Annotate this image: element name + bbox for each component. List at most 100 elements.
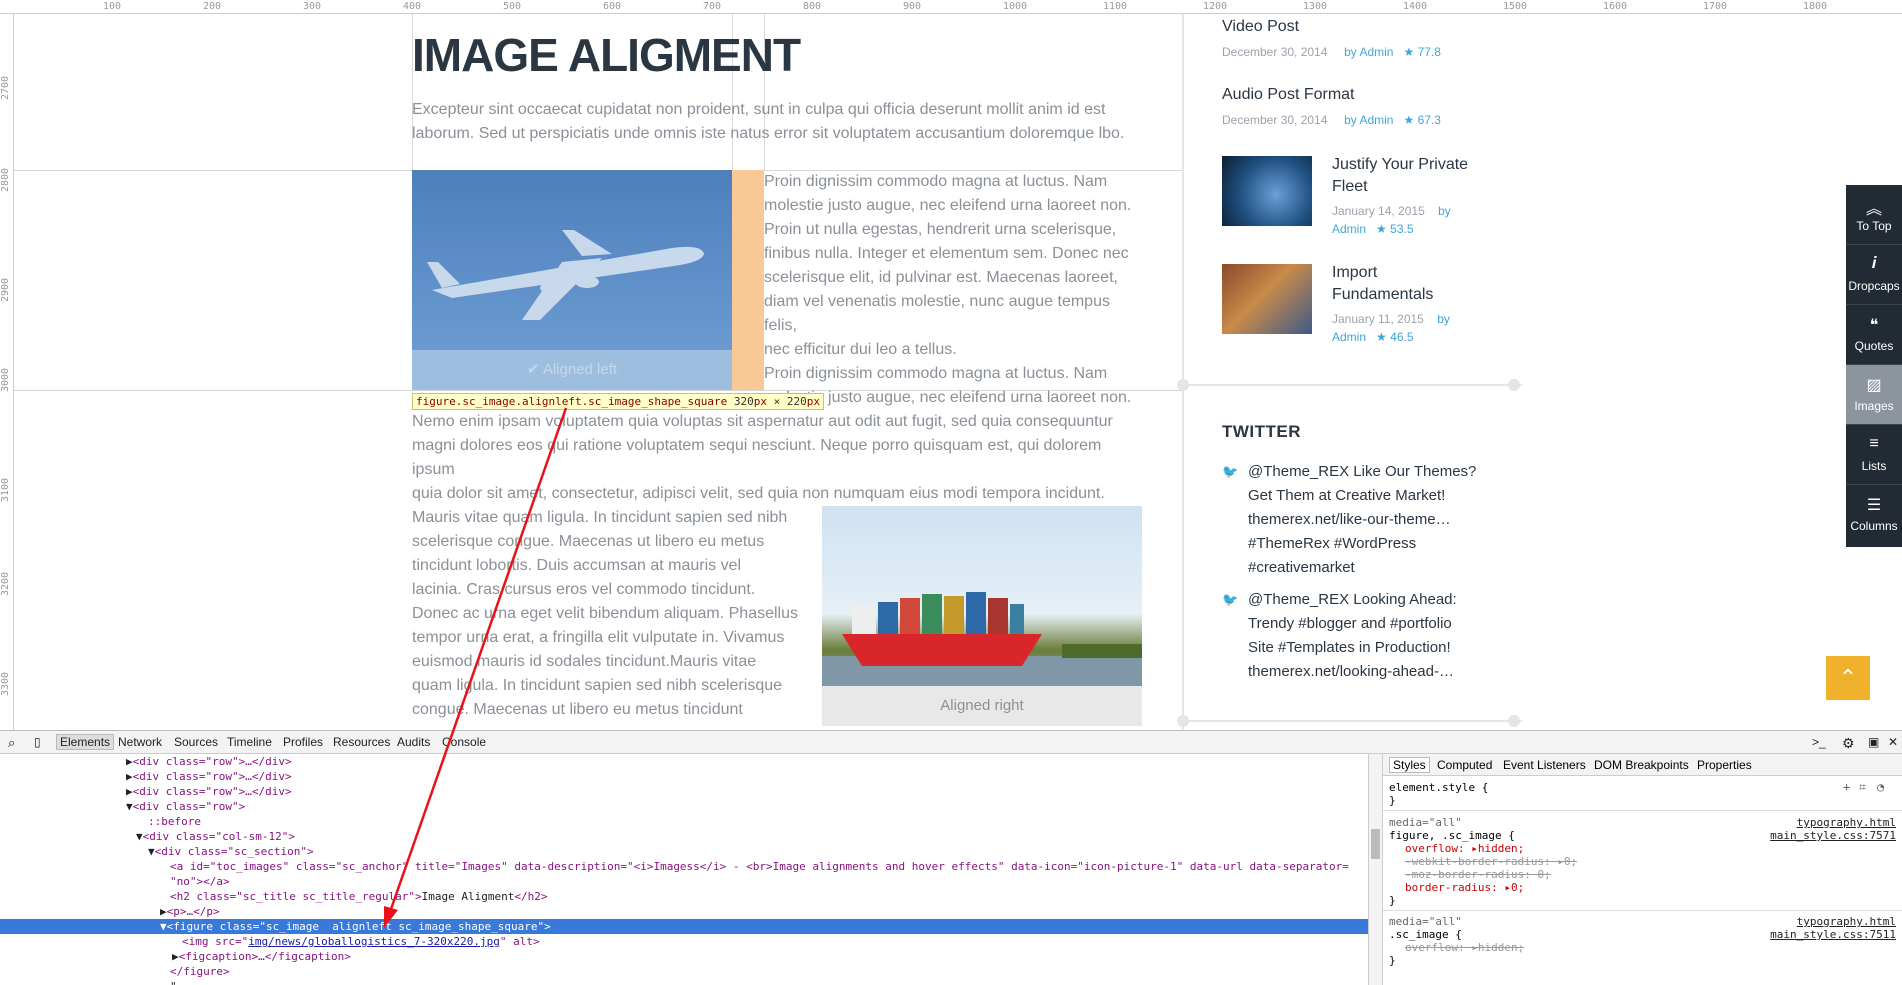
dom-node[interactable]: ▶<div class="row">…</div> [0,784,1368,799]
close-icon[interactable]: ✕ [1888,735,1898,749]
tab-resources[interactable]: Resources [333,735,390,749]
css-property[interactable]: border-radius: ▸0; [1389,881,1897,894]
tab-console[interactable]: Console [442,735,486,749]
tab-event-listeners[interactable]: Event Listeners [1503,758,1586,772]
tab-elements[interactable]: Elements [56,734,115,750]
tweet-line: Site #Templates in Production! [1248,639,1451,656]
tooltip-unit: px [753,395,768,408]
device-mode-icon[interactable]: ▯ [34,735,41,749]
tab-styles[interactable]: Styles [1389,757,1430,773]
tab-audits[interactable]: Audits [397,735,430,749]
css-property[interactable]: -moz-border-radius: 0; [1389,868,1897,881]
text-line: euismod mauris id sodales tincidunt.Maur… [412,653,757,670]
dom-node[interactable]: ▶<p>…</p> [0,904,1368,919]
gear-icon[interactable]: ⚙ [1842,735,1855,752]
tab-profiles[interactable]: Profiles [283,735,323,749]
post-title-link[interactable]: Justify Your Private Fleet [1332,154,1468,198]
css-property[interactable]: overflow: ▸hidden; [1389,941,1897,954]
page-title: IMAGE ALIGMENT [412,29,801,81]
menu-images[interactable]: ▨ Images [1846,365,1902,425]
source-link[interactable]: typography.html [1797,915,1896,928]
separator-dot [1177,715,1189,727]
menu-lists[interactable]: ≡ Lists [1846,425,1902,485]
node-text: </h2> [514,890,548,903]
post-author-link[interactable]: Admin [1332,330,1366,344]
tweet[interactable]: @Theme_REX Like Our Themes? Get Them at … [1248,460,1488,580]
tweet-line: Trendy #blogger and #portfolio [1248,615,1452,632]
dom-tree-scrollbar[interactable] [1368,754,1382,985]
collapse-arrow-icon[interactable]: ▼ [160,920,167,933]
tab-computed[interactable]: Computed [1437,758,1492,772]
dom-node[interactable]: </figure> [0,964,1368,979]
tooltip-selector: figure.sc_image.alignleft.sc_image_shape… [416,395,728,408]
post-title-link[interactable]: Audio Post Format [1222,84,1355,106]
sidebar: Video Post December 30, 2014 by Admin ★ … [1177,14,1522,730]
search-icon[interactable]: ⌕ [8,735,15,751]
expand-arrow-icon[interactable]: ▶ [126,755,133,768]
dom-node[interactable]: ▼<div class="row"> [0,799,1368,814]
collapse-arrow-icon[interactable]: ▼ [148,845,155,858]
dom-node-selected[interactable]: ▼<figure class="sc_image alignleft sc_im… [0,919,1368,934]
post-author-link[interactable]: Admin [1359,113,1393,127]
post-by: by [1344,113,1357,127]
tab-timeline[interactable]: Timeline [227,735,272,749]
post-title-link[interactable]: Import Fundamentals [1332,262,1433,306]
menu-to-top[interactable]: ︽ To Top [1846,185,1902,245]
tab-sources[interactable]: Sources [174,735,218,749]
figure-aligned-right[interactable]: Aligned right [822,506,1142,726]
scroll-to-top-button[interactable]: ⌃ [1826,656,1870,700]
tweet-link[interactable]: themerex.net/like-our-theme… [1248,508,1488,532]
menu-columns[interactable]: ☰ Columns [1846,485,1902,545]
tweet[interactable]: @Theme_REX Looking Ahead: Trendy #blogge… [1248,588,1488,684]
dom-node[interactable]: "no"></a> [0,874,1368,889]
css-property[interactable]: overflow: ▸hidden; [1389,842,1897,855]
source-link[interactable]: main_style.css:7511 [1770,928,1896,941]
node-text: "no"></a> [170,875,230,888]
dom-node[interactable]: ▶<figcaption>…</figcaption> [0,949,1368,964]
css-property[interactable]: -webkit-border-radius: ▸0; [1389,855,1897,868]
post-title-link[interactable]: Video Post [1222,16,1299,38]
paragraph-3: Mauris vitae quam ligula. In tincidunt s… [412,506,812,722]
img-src-link[interactable]: img/news/globallogistics_7-320x220.jpg [248,935,500,948]
text-line: molestie justo augue, nec eleifend urna … [764,197,1132,214]
expand-arrow-icon[interactable]: ▶ [126,770,133,783]
post-thumbnail[interactable] [1222,264,1312,334]
dom-node[interactable]: " [0,979,1368,985]
figure-caption: ✔ Aligned left [412,350,732,390]
menu-dropcaps[interactable]: 𝒊 Dropcaps [1846,245,1902,305]
tab-properties[interactable]: Properties [1697,758,1752,772]
title-line: Justify Your Private [1332,156,1469,173]
post-author-link[interactable]: Admin [1332,222,1366,236]
scrollbar-thumb[interactable] [1371,829,1380,859]
figure-aligned-left[interactable]: ✔ Aligned left [412,170,732,390]
post-author-link[interactable]: Admin [1359,45,1393,59]
tweet-link[interactable]: themerex.net/looking-ahead-… [1248,660,1488,684]
tweet-line: #creativemarket [1248,559,1355,576]
collapse-arrow-icon[interactable]: ▼ [136,830,143,843]
dom-node[interactable]: <h2 class="sc_title sc_title_regular">Im… [0,889,1368,904]
collapse-arrow-icon[interactable]: ▼ [126,800,133,813]
dom-node[interactable]: <a id="toc_images" class="sc_anchor" tit… [0,859,1368,874]
ruler-tick: 1700 [1703,1,1728,12]
tab-network[interactable]: Network [118,735,162,749]
expand-arrow-icon[interactable]: ▶ [160,905,167,918]
dom-node[interactable]: ::before [0,814,1368,829]
dock-icon[interactable]: ▣ [1868,735,1879,749]
ruler-tick: 1000 [1003,1,1028,12]
dom-node[interactable]: ▶<div class="row">…</div> [0,754,1368,769]
dom-node[interactable]: ▼<div class="col-sm-12"> [0,829,1368,844]
expand-arrow-icon[interactable]: ▶ [172,950,179,963]
dom-node[interactable]: <img src="img/news/globallogistics_7-320… [0,934,1368,949]
expand-arrow-icon[interactable]: ▶ [126,785,133,798]
info-icon: 𝒊 [1871,255,1877,272]
tab-dom-breakpoints[interactable]: DOM Breakpoints [1594,758,1689,772]
console-drawer-icon[interactable]: >_ [1812,735,1826,749]
dom-node[interactable]: ▼<div class="sc_section"> [0,844,1368,859]
menu-quotes[interactable]: ❝ Quotes [1846,305,1902,365]
dom-node[interactable]: ▶<div class="row">…</div> [0,769,1368,784]
post-thumbnail[interactable] [1222,156,1312,226]
caption-text: Aligned left [542,361,618,378]
text-line: diam vel venenatis molestie, nunc augue … [764,293,1110,334]
source-link[interactable]: typography.html [1797,816,1896,829]
source-link[interactable]: main_style.css:7571 [1770,829,1896,842]
